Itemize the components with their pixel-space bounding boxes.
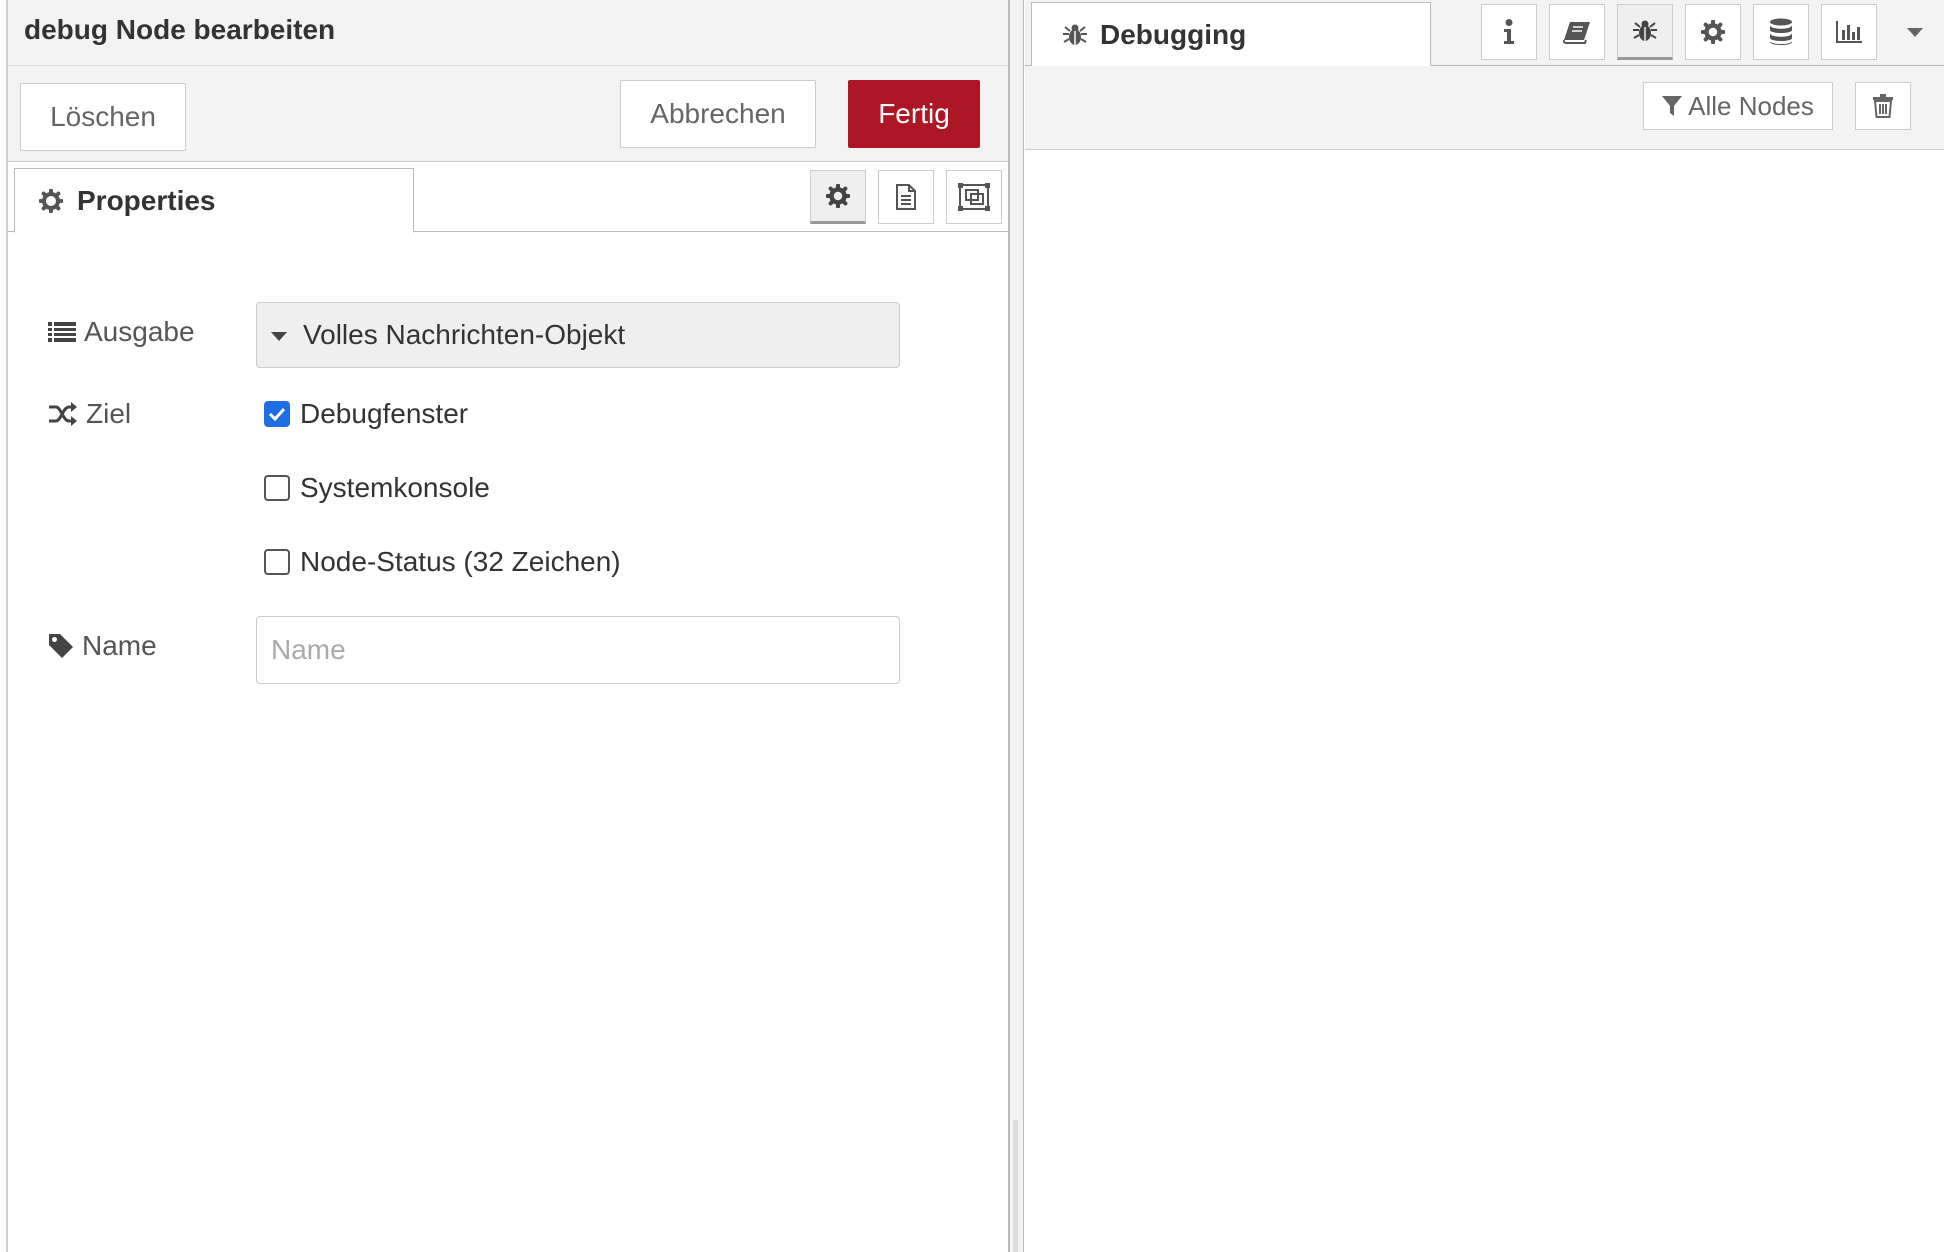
sidebar-tabbar: Debugging	[1025, 0, 1944, 67]
sidebar-menu-caret-icon[interactable]	[1907, 28, 1923, 37]
name-input[interactable]	[256, 616, 900, 684]
target-debug-window-row[interactable]: Debugfenster	[264, 398, 468, 430]
edit-tray: debug Node bearbeiten Löschen Abbrechen …	[0, 0, 1010, 1252]
output-row: Ausgabe	[48, 316, 195, 348]
target-system-console-checkbox[interactable]	[264, 475, 290, 501]
done-button[interactable]: Fertig	[848, 80, 980, 148]
target-label: Ziel	[48, 398, 131, 430]
tray-toolbar: Löschen Abbrechen Fertig	[8, 66, 1008, 162]
trash-icon	[1873, 94, 1893, 118]
node-appearance-tab-button[interactable]	[946, 170, 1002, 224]
document-icon	[895, 183, 917, 211]
sidebar-debug-button[interactable]	[1617, 4, 1673, 60]
debug-clear-button[interactable]	[1855, 82, 1911, 130]
output-label: Ausgabe	[48, 316, 195, 348]
target-row: Ziel	[48, 398, 131, 430]
sidebar-help-button[interactable]	[1549, 4, 1605, 60]
tray-title: debug Node bearbeiten	[24, 14, 336, 45]
name-row: Name	[48, 630, 157, 662]
window-restore-icon	[958, 183, 990, 211]
splitter-handle[interactable]	[1013, 1120, 1018, 1252]
check-icon	[268, 407, 286, 421]
tag-icon	[48, 633, 74, 659]
debug-filter-button[interactable]: Alle Nodes	[1643, 82, 1833, 130]
sidebar-config-button[interactable]	[1685, 4, 1741, 60]
book-icon	[1563, 20, 1591, 44]
target-node-status-checkbox[interactable]	[264, 549, 290, 575]
debug-messages-area	[1025, 151, 1944, 1252]
target-system-console-label: Systemkonsole	[300, 472, 490, 503]
target-debug-window-checkbox[interactable]	[264, 401, 290, 427]
caret-down-icon	[271, 332, 287, 341]
gear-icon	[39, 188, 63, 213]
sidebar-context-data-button[interactable]	[1753, 4, 1809, 60]
output-select-value: Volles Nachrichten-Objekt	[303, 319, 626, 350]
sidebar-tab-debug[interactable]: Debugging	[1031, 2, 1431, 67]
bar-chart-icon	[1835, 20, 1863, 44]
target-node-status-label: Node-Status (32 Zeichen)	[300, 546, 621, 577]
debug-filter-label: Alle Nodes	[1688, 90, 1814, 121]
random-icon	[48, 402, 78, 426]
cancel-button[interactable]: Abbrechen	[620, 80, 816, 148]
tray-tabbar: Properties	[8, 162, 1008, 233]
delete-button[interactable]: Löschen	[20, 83, 186, 151]
target-debug-window-label: Debugfenster	[300, 398, 469, 429]
node-description-tab-button[interactable]	[878, 170, 934, 224]
debug-toolbar: Alle Nodes	[1025, 66, 1944, 150]
sidebar: Debugging Alle Nodes	[1025, 0, 1944, 1252]
bug-icon	[1062, 22, 1088, 48]
list-icon	[48, 321, 76, 343]
target-node-status-row[interactable]: Node-Status (32 Zeichen)	[264, 546, 621, 578]
sidebar-dashboard-button[interactable]	[1821, 4, 1877, 60]
panel-splitter[interactable]	[1010, 0, 1024, 1252]
target-system-console-row[interactable]: Systemkonsole	[264, 472, 490, 504]
database-icon	[1769, 18, 1793, 46]
tab-properties[interactable]: Properties	[14, 168, 414, 233]
gear-icon	[1701, 20, 1725, 44]
output-select[interactable]: Volles Nachrichten-Objekt	[256, 302, 900, 368]
node-settings-tab-button[interactable]	[810, 170, 866, 224]
bug-icon	[1632, 18, 1658, 44]
tray-header: debug Node bearbeiten	[8, 0, 1008, 66]
filter-icon	[1662, 95, 1683, 117]
info-icon	[1502, 19, 1516, 45]
sidebar-info-button[interactable]	[1481, 4, 1537, 60]
sidebar-tab-debug-label: Debugging	[1100, 18, 1247, 50]
tab-properties-label: Properties	[77, 184, 216, 216]
gear-icon	[826, 184, 850, 208]
name-label: Name	[48, 630, 157, 662]
